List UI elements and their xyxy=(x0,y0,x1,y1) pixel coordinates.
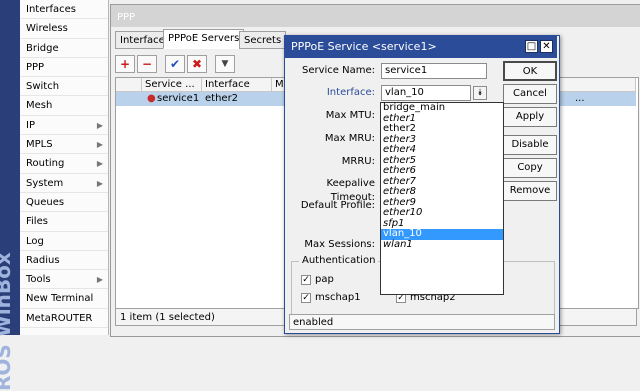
sidebar-item-metarouter[interactable]: MetaROUTER xyxy=(20,309,108,329)
dropdown-option[interactable]: vlan_10 xyxy=(381,228,503,240)
remove-button[interactable]: Remove xyxy=(503,181,557,201)
sidebar-item-radius[interactable]: Radius xyxy=(20,251,108,271)
sidebar-item-label: Bridge xyxy=(26,42,59,54)
sidebar-item-new-terminal[interactable]: New Terminal xyxy=(20,289,108,309)
dropdown-option[interactable]: ether4 xyxy=(381,144,503,156)
sidebar-item-label: Radius xyxy=(26,254,60,266)
sidebar-item-label: Wireless xyxy=(26,23,68,35)
service-name-label: Service Name: xyxy=(301,65,375,76)
apply-button[interactable]: Apply xyxy=(503,107,557,127)
cancel-button[interactable]: Cancel xyxy=(503,84,557,104)
ok-button[interactable]: OK xyxy=(503,61,557,81)
submenu-arrow-icon: ▶ xyxy=(96,120,103,130)
sidebar-item-label: Tools xyxy=(26,274,51,286)
sidebar-item-wireless[interactable]: Wireless xyxy=(20,19,108,39)
submenu-arrow-icon: ▶ xyxy=(96,140,103,150)
copy-button[interactable]: Copy xyxy=(503,158,557,178)
mschap1-label: mschap1 xyxy=(315,292,361,303)
brand-text: ROS WinBox xyxy=(0,252,15,391)
sidebar-item-label: PPP xyxy=(26,61,45,73)
sidebar-item-ppp[interactable]: PPP xyxy=(20,58,108,78)
brand-bar: ROS WinBox xyxy=(0,0,20,391)
tab-secrets[interactable]: Secrets xyxy=(239,31,287,49)
interface-label: Interface: xyxy=(326,87,375,98)
sidebar-item-files[interactable]: Files xyxy=(20,212,108,232)
sidebar-item-label: New Terminal xyxy=(26,293,94,305)
sidebar-item-label: Files xyxy=(26,216,48,228)
remove-button[interactable]: − xyxy=(137,55,157,73)
col-service-header[interactable]: Service ... xyxy=(142,78,202,92)
sidebar-item-label: Interfaces xyxy=(26,4,76,15)
pppoe-service-dialog: PPPoE Service <service1> □ ✕ Service Nam… xyxy=(284,35,560,334)
sidebar-item-switch[interactable]: Switch xyxy=(20,77,108,97)
interface-dropdown-list: bridge_main ether1 ether2 ether3 ether4 ether… xyxy=(380,102,504,295)
dropdown-option[interactable]: ether6 xyxy=(381,165,503,177)
submenu-arrow-icon: ▶ xyxy=(96,275,103,285)
sidebar-item-bridge[interactable]: Bridge xyxy=(20,39,108,58)
sidebar-item-mesh[interactable]: Mesh xyxy=(20,96,108,116)
col-flags-header[interactable] xyxy=(116,78,142,92)
dropdown-option[interactable]: ether10 xyxy=(381,207,503,219)
dropdown-option[interactable]: ether8 xyxy=(381,186,503,198)
sidebar-item-label: Routing xyxy=(26,158,65,170)
sidebar-item-label: Queues xyxy=(26,196,65,208)
disable-button[interactable]: ✖ xyxy=(187,55,207,73)
sidebar-item-queues[interactable]: Queues xyxy=(20,193,108,213)
sidebar-item-label: MPLS xyxy=(26,139,53,151)
service-name-input[interactable]: service1 xyxy=(381,63,487,79)
max-mru-label: Max MRU: xyxy=(324,133,375,144)
add-button[interactable]: + xyxy=(115,55,135,73)
sidebar-item-ip[interactable]: IP ▶ xyxy=(20,116,108,136)
row-service: service1 xyxy=(157,93,200,104)
submenu-arrow-icon: ▶ xyxy=(96,178,103,188)
dropdown-arrow-icon[interactable]: ⯯ xyxy=(473,86,487,100)
default-profile-label: Default Profile: xyxy=(300,200,375,211)
close-icon[interactable]: ✕ xyxy=(540,40,553,53)
ppp-window-title[interactable]: PPP xyxy=(111,5,640,27)
dropdown-option[interactable]: bridge_main xyxy=(381,102,503,114)
sidebar-item-mpls[interactable]: MPLS ▶ xyxy=(20,135,108,155)
dialog-title-text: PPPoE Service <service1> xyxy=(291,40,437,53)
sidebar-item-routing[interactable]: Routing ▶ xyxy=(20,154,108,174)
maximize-icon[interactable]: □ xyxy=(525,40,538,53)
sidebar-item-label: System xyxy=(26,177,64,189)
tab-interface[interactable]: Interface xyxy=(115,31,170,49)
enable-button[interactable]: ✔ xyxy=(165,55,185,73)
submenu-arrow-icon: ▶ xyxy=(96,159,103,169)
row-extra: ... xyxy=(575,93,585,104)
mschap1-checkbox[interactable]: ✓ xyxy=(301,293,311,303)
col-interface-header[interactable]: Interface xyxy=(202,78,272,92)
sidebar-item-log[interactable]: Log xyxy=(20,232,108,251)
dialog-title[interactable]: PPPoE Service <service1> □ ✕ xyxy=(285,36,557,58)
sidebar-item-interfaces[interactable]: Interfaces xyxy=(20,0,108,20)
disable-button[interactable]: Disable xyxy=(503,135,557,155)
pap-label: pap xyxy=(315,274,334,285)
authentication-legend: Authentication xyxy=(299,255,379,266)
filter-button[interactable]: ▼ xyxy=(215,55,235,73)
sidebar-item-label: IP xyxy=(26,119,35,131)
keepalive-label: Keepalive Timeout: xyxy=(326,178,375,203)
main-menu: Interfaces Wireless Bridge PPP Switch Mesh IP ▶… xyxy=(20,0,109,335)
sidebar-item-system[interactable]: System ▶ xyxy=(20,174,108,193)
pap-checkbox[interactable]: ✓ xyxy=(301,275,311,285)
sidebar-item-label: Log xyxy=(26,235,44,247)
sidebar-item-label: MetaROUTER xyxy=(26,312,93,324)
dropdown-option[interactable]: wlan1 xyxy=(381,239,503,251)
max-sessions-label: Max Sessions: xyxy=(304,239,375,250)
max-mtu-label: Max MTU: xyxy=(325,110,375,121)
row-interface: ether2 xyxy=(205,93,239,104)
tab-pppoe-servers[interactable]: PPPoE Servers xyxy=(163,29,245,49)
dialog-status-bar: enabled xyxy=(289,314,555,330)
mrru-label: MRRU: xyxy=(341,156,375,167)
interface-select[interactable]: vlan_10 xyxy=(381,85,471,101)
sidebar-item-tools[interactable]: Tools ▶ xyxy=(20,270,108,290)
sidebar-item-label: Switch xyxy=(26,81,60,93)
sidebar-item-label: Mesh xyxy=(26,100,53,112)
dropdown-option[interactable]: ether2 xyxy=(381,123,503,135)
